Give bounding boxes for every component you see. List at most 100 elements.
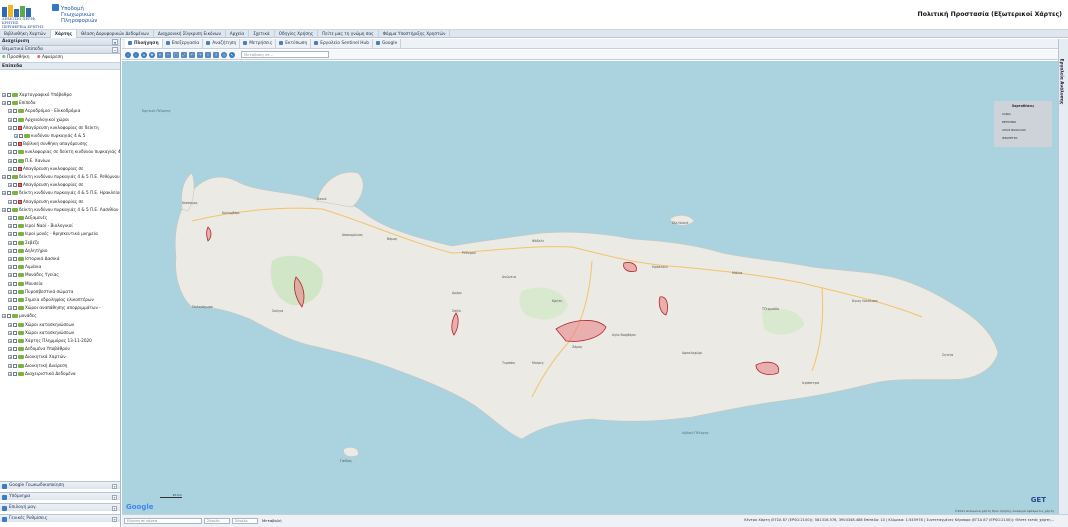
expand-icon[interactable]: + [8, 150, 12, 155]
layer-tree-item[interactable]: + Σεβέζε [8, 240, 39, 245]
forward-icon[interactable]: › [133, 51, 139, 58]
layer-tree-item[interactable]: + Χώροι αναπάθησης απορριμμάτων - [8, 305, 101, 311]
bottom-panel-2[interactable]: Επιλογή μαγ. + [0, 503, 120, 511]
map-tool-1[interactable]: Επεξεργασία [163, 39, 204, 48]
layer-tree-item[interactable]: + κυκλοφορίας σε δείκτη κινδύνου πυρκαγιά… [8, 149, 120, 155]
layer-checkbox[interactable] [7, 175, 11, 179]
layer-tree-item[interactable]: + Ιστορικά Δασικά [8, 256, 60, 261]
layer-tree-item[interactable]: + δείκτη κινδύνου πυρκαγιάς 4 & 5 Π.Ε. Ηρ… [2, 190, 120, 196]
layer-checkbox[interactable] [13, 257, 17, 261]
layer-tree-item[interactable]: + Διοικητικά Χαρτών [8, 354, 66, 360]
layer-tree-item[interactable]: + Χαρτογραφικό Υπόβαθρο [2, 92, 72, 97]
layer-checkbox[interactable] [13, 158, 17, 163]
expand-icon[interactable]: + [8, 322, 12, 327]
tab-8[interactable]: Φόρμα Υποστήριξης Χρηστών [379, 30, 451, 38]
layer-checkbox[interactable] [13, 347, 17, 352]
pan-icon[interactable]: ✥ [149, 51, 155, 58]
layer-checkbox[interactable] [7, 93, 11, 97]
layer-tree-item[interactable]: + μονάδες [2, 313, 37, 319]
layer-tree-item[interactable]: + Αρχαιολογικοί χώροι [8, 117, 69, 122]
layer-tree-item[interactable]: + Πυροσβεστικά σώματα [8, 289, 73, 294]
expand-icon[interactable]: + [2, 93, 6, 97]
expand-icon[interactable]: + [8, 158, 12, 163]
expand-icon[interactable]: + [8, 257, 12, 261]
section-toggle-icon[interactable]: − [112, 47, 118, 53]
zoom-in-icon[interactable]: + [157, 51, 163, 58]
layer-checkbox[interactable] [7, 191, 11, 196]
layer-checkbox[interactable] [13, 240, 17, 245]
expand-icon[interactable]: + [2, 314, 6, 319]
layer-checkbox[interactable] [7, 207, 11, 212]
layer-tree-item[interactable]: + Διοικητική Διαίρεση [8, 363, 67, 368]
tab-0[interactable]: Βιβλιοθήκη Χαρτών [0, 30, 51, 38]
map-tool-6[interactable]: Google [373, 39, 402, 48]
goto-search-input[interactable]: Μετάβαση σε... [241, 51, 329, 58]
expand-icon[interactable]: + [8, 224, 12, 229]
identify-icon[interactable]: i [205, 51, 211, 58]
expand-icon[interactable]: + [8, 248, 12, 253]
layer-tree-item[interactable]: + Σημεία υδροληψίας ελικοπτέρων [8, 297, 94, 302]
zoom-next-icon[interactable]: ↷ [197, 51, 203, 58]
layer-tree-item[interactable]: + Απαγόρευση κυκλοφορίας σε δείκτη [8, 125, 99, 130]
layer-tree-item[interactable]: + κινδύνου πυρκαγιάς 4 & 5 [14, 133, 85, 138]
layer-checkbox[interactable] [13, 199, 17, 204]
expand-icon[interactable]: + [8, 240, 12, 245]
layer-tree-item[interactable]: + Δηλητήριο [8, 248, 47, 253]
expand-icon[interactable]: + [8, 339, 12, 343]
info-icon[interactable]: ? [213, 51, 219, 58]
expand-icon[interactable]: + [8, 232, 12, 237]
layer-tree-item[interactable]: + Ιεροί μονές - θρησκευτικά μνημεία [8, 231, 98, 237]
tab-6[interactable]: Οδηγίες Χρήσης [275, 30, 319, 38]
zoom-out-icon[interactable]: − [165, 51, 171, 58]
layer-tree-item[interactable]: + Απαγόρευση κυκλοφορίας σε [8, 182, 83, 188]
layer-checkbox[interactable] [13, 142, 17, 147]
layer-checkbox[interactable] [13, 306, 17, 311]
map-tool-4[interactable]: Εκτύπωση [276, 39, 312, 48]
layer-checkbox[interactable] [19, 134, 23, 138]
layer-checkbox[interactable] [13, 232, 17, 237]
find-input[interactable]: Εύρεση σε κάρτα [124, 518, 202, 524]
layer-checkbox[interactable] [13, 281, 17, 286]
map-tool-5[interactable]: Εργαλείο Sentinel Hub [311, 39, 373, 48]
layer-checkbox[interactable] [13, 371, 17, 376]
tab-2[interactable]: Θέαση Δορυφορικών Δεδομένων [77, 30, 154, 38]
layer-tree-item[interactable]: + δείκτη κινδύνου πυρκαγιάς 4 & 5 Π.Ε. Λα… [2, 207, 118, 212]
map-canvas[interactable]: Χαρτοθέσεις ΧΑΝΙΑ ΡΕΘΥΜΝΟ ΑΓΙΟΣ ΝΙΚΟΛΑΟΣ… [122, 61, 1058, 514]
expand-icon[interactable]: + [2, 207, 6, 212]
map-tool-2[interactable]: Αναζήτηση [203, 39, 241, 48]
layer-checkbox[interactable] [7, 314, 11, 319]
remove-layer-button[interactable]: ⊗ Αφαίρεση [37, 55, 63, 60]
layer-checkbox[interactable] [7, 101, 11, 106]
layer-checkbox[interactable] [13, 248, 17, 253]
layer-tree-item[interactable]: + Χώροι κατασκηνώσεων [8, 330, 74, 335]
expand-icon[interactable]: + [8, 109, 12, 114]
map-tool-3[interactable]: Μετρήσεις [240, 39, 277, 48]
layer-tree-item[interactable]: + Επίπεδα [2, 100, 36, 106]
layer-checkbox[interactable] [13, 273, 17, 278]
expand-icon[interactable]: + [8, 117, 12, 122]
layer-checkbox[interactable] [13, 125, 17, 130]
expand-icon[interactable]: + [8, 216, 12, 220]
layer-checkbox[interactable] [13, 109, 17, 114]
layer-tree-item[interactable]: + Ιεροί Ναοί - Βιολογικοί [8, 223, 73, 229]
section-header[interactable]: Θεματικά Επίπεδα − [0, 46, 120, 54]
layer-tree-item[interactable]: + Δεξαμενές [8, 215, 47, 220]
expand-panel-icon[interactable]: + [112, 517, 117, 522]
layer-tree-item[interactable]: + Απαγόρευση κυκλοφορίας σε [8, 199, 83, 204]
tab-5[interactable]: Σχετικά [249, 30, 275, 38]
map-tool-0[interactable]: Πλοήγηση [125, 39, 163, 48]
layer-checkbox[interactable] [13, 183, 17, 188]
expand-icon[interactable]: + [8, 355, 12, 360]
layer-tree-item[interactable]: + δείκτη κινδύνου πυρκαγιάς 4 & 5 Π.Ε. Ρε… [2, 174, 120, 179]
expand-icon[interactable]: + [8, 265, 12, 270]
expand-icon[interactable]: + [2, 175, 6, 179]
layer-tree-item[interactable]: + Απαγόρευση κυκλοφορίας σε [8, 166, 83, 171]
layer-tree-item[interactable]: + Δεδομένα Υποβάθρου [8, 346, 70, 352]
expand-icon[interactable]: + [2, 101, 6, 106]
add-layer-button[interactable]: ⊕ Προσθήκη [2, 55, 30, 60]
expand-icon[interactable]: + [8, 183, 12, 188]
expand-icon[interactable]: + [8, 142, 12, 147]
map-attribution[interactable]: ©2021 Δεδομένα χάρτη Όροι Χρήσης Αναφορά… [955, 509, 1054, 513]
expand-icon[interactable]: + [8, 166, 12, 171]
home-icon[interactable]: ⌂ [141, 51, 147, 58]
